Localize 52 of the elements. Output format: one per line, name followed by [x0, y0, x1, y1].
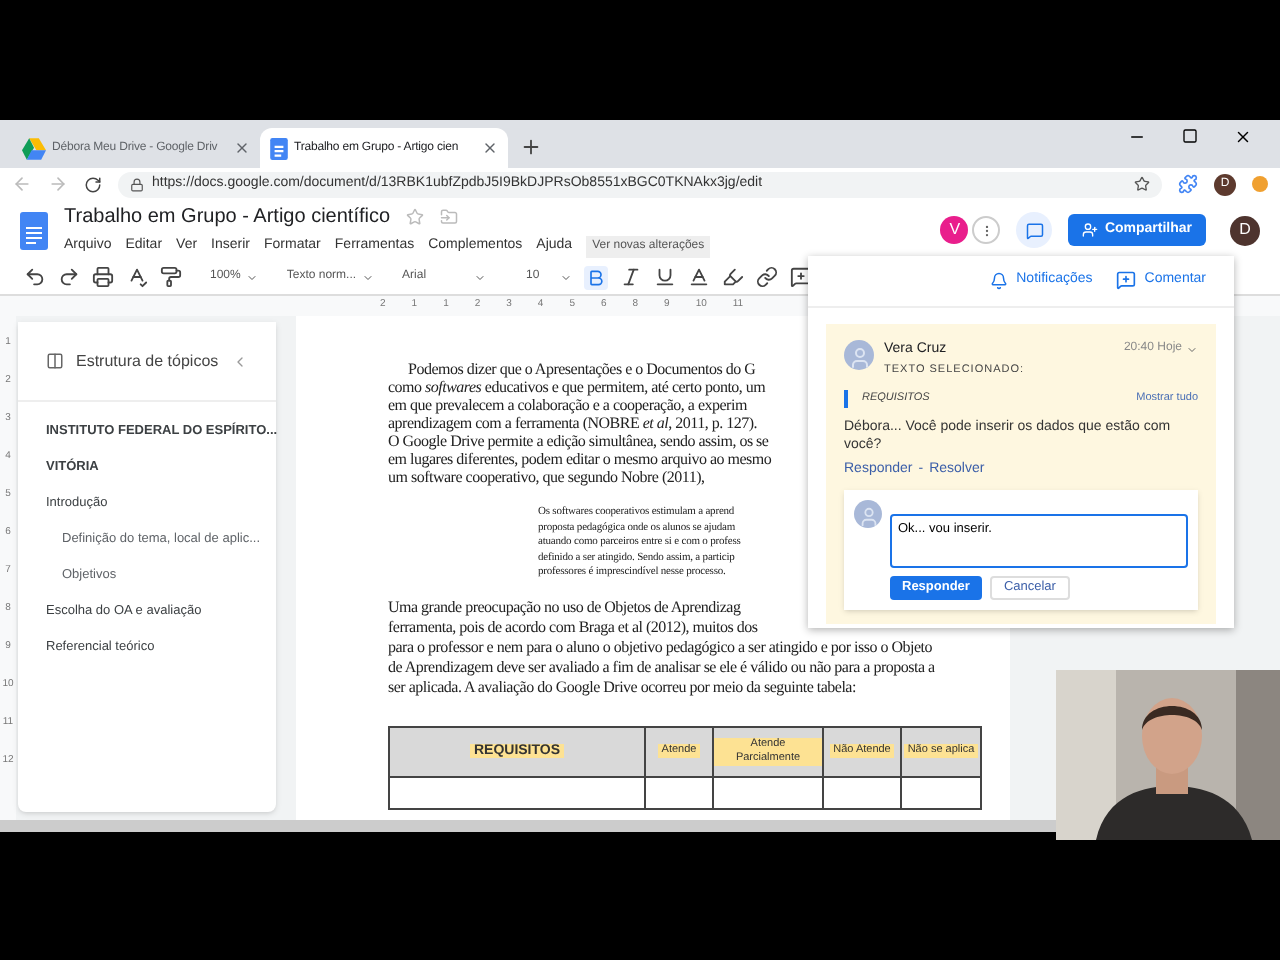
outline-title: Estrutura de tópicos — [76, 349, 220, 373]
close-icon[interactable] — [482, 140, 498, 156]
body-text: ferramenta, pois de acordo com Braga et al (2012), muitos dos — [388, 617, 758, 636]
document-icon[interactable] — [20, 211, 48, 249]
body-text: em que prevalecem a colaboração e a cooperação, a experim — [388, 396, 747, 414]
comments-icon[interactable] — [1016, 212, 1053, 248]
collaborator-avatar[interactable]: V — [940, 216, 969, 244]
drive-icon — [22, 137, 46, 159]
body-text: como softwares educativos e que permitem, até certo ponto, um — [388, 378, 766, 396]
close-icon[interactable] — [1234, 128, 1252, 146]
caret-icon — [474, 271, 487, 283]
body-text: de Aprendizagem deve ser avaliado a fim de analisar se ele é válido ou não para a proposta a — [388, 657, 935, 676]
avatar-icon — [844, 339, 874, 369]
body-text: em lugares diferentes, podem editar o mesmo arquivo ao mesmo — [388, 450, 772, 468]
document-title[interactable]: Trabalho em Grupo - Artigo científico — [64, 202, 391, 232]
collapse-icon[interactable] — [232, 353, 248, 369]
account-avatar[interactable]: D — [1230, 215, 1260, 245]
body-text: ser aplicada. A avaliação do Google Drive ocorreu por meio da seguinte tabela: — [388, 677, 856, 696]
text-color-icon[interactable] — [687, 266, 710, 288]
avatar-icon — [854, 500, 882, 528]
bold-icon[interactable] — [583, 265, 608, 289]
add-comment-icon[interactable] — [789, 266, 812, 288]
print-icon[interactable] — [92, 266, 114, 288]
star-icon[interactable] — [406, 208, 425, 226]
caret-icon — [559, 271, 572, 283]
lock-icon — [130, 177, 144, 191]
body-text: O Google Drive permite a edição simultânea, sendo assim, os se — [388, 432, 769, 450]
highlighter-icon[interactable] — [721, 266, 744, 288]
link-icon[interactable] — [755, 266, 778, 288]
caret-icon — [246, 271, 259, 283]
body-text: aprendizagem com a ferramenta (NOBRE et al, 2011, p. 127). — [388, 414, 757, 432]
body-text: Uma grande preocupação no uso de Objetos de Aprendizag — [388, 597, 741, 616]
spellcheck-icon[interactable] — [126, 266, 148, 288]
extension-icon[interactable] — [1178, 174, 1198, 194]
redo-icon[interactable] — [58, 266, 80, 288]
add-comment-icon — [1116, 270, 1137, 291]
body-text: para o professor e nem para o aluno o objetivo pedagógico a ser atingido e por isso o Objeto — [388, 637, 933, 656]
italic-icon[interactable] — [619, 266, 642, 288]
reload-icon[interactable] — [84, 175, 102, 193]
outline-icon — [46, 352, 64, 370]
caret-icon — [362, 271, 375, 283]
underline-icon[interactable] — [653, 266, 676, 288]
bell-icon — [990, 271, 1009, 290]
body-text: um software cooperativo, que segundo Nobre (2011), — [388, 468, 705, 486]
maximize-icon[interactable] — [1182, 128, 1198, 144]
new-tab-icon[interactable] — [520, 136, 542, 158]
document-icon — [270, 137, 288, 159]
body-text: Podemos dizer que o Apresentações e o Documentos do G — [408, 360, 756, 378]
star-icon[interactable] — [1134, 176, 1150, 192]
person-add-icon — [1082, 222, 1099, 238]
undo-icon[interactable] — [24, 266, 46, 288]
paint-format-icon[interactable] — [160, 266, 182, 288]
